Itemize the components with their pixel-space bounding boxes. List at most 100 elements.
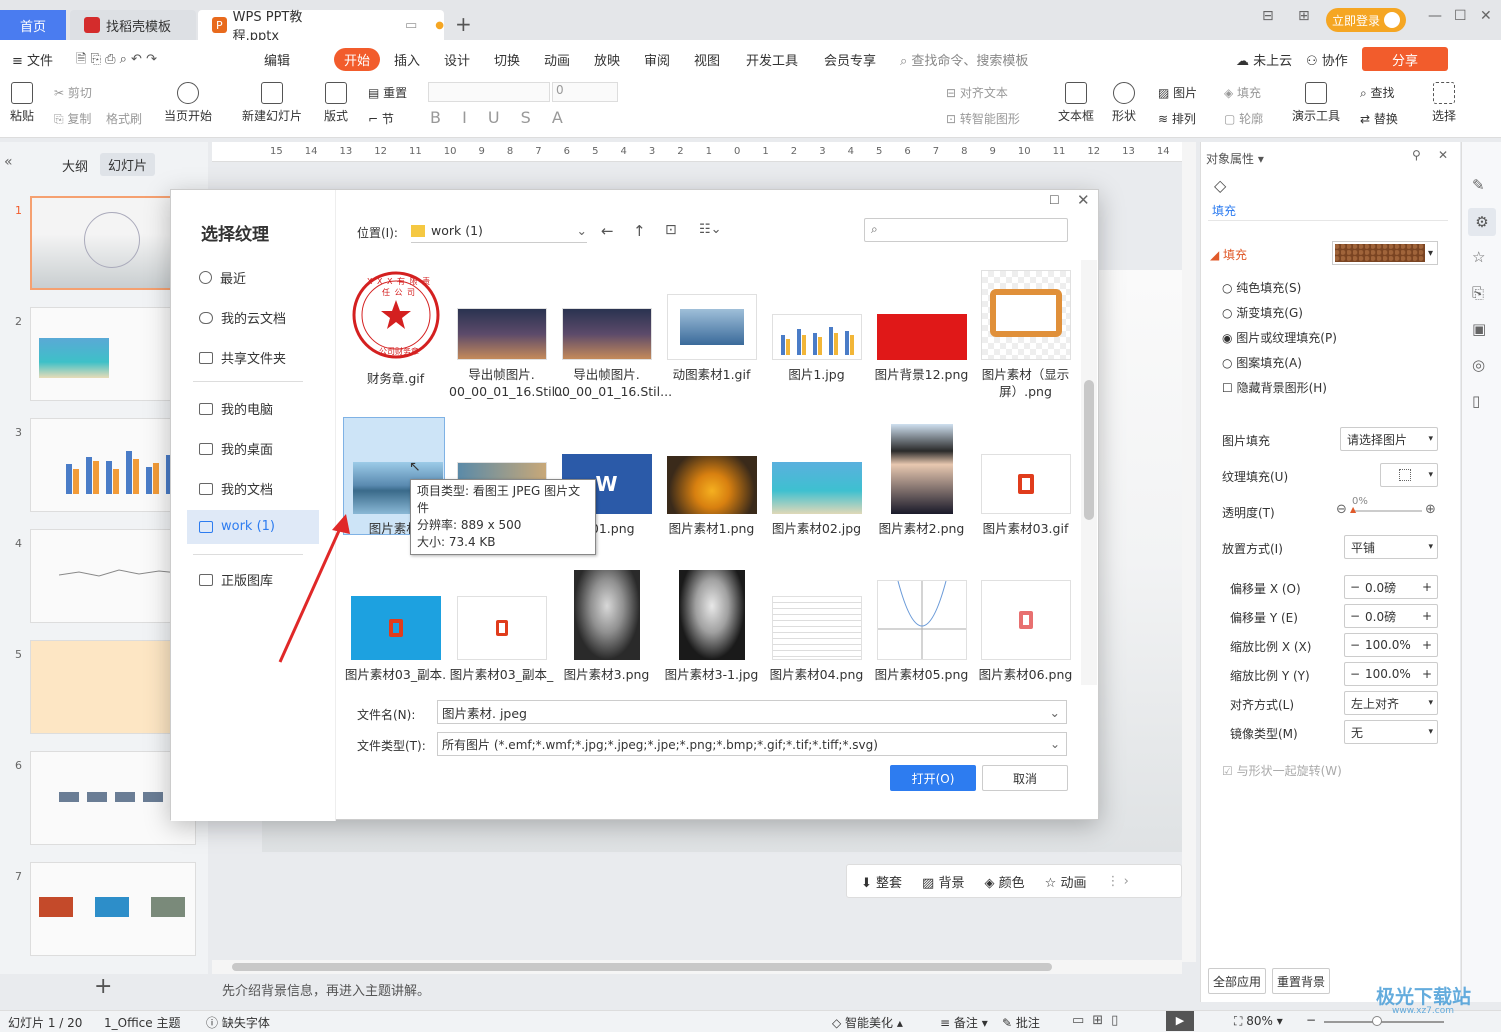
pin-icon[interactable]: ⚲ <box>1412 148 1421 162</box>
file-item[interactable]: 图片素材3-1.jpg <box>659 570 764 683</box>
radio-pattern[interactable]: ○ 图案填充(A) <box>1222 354 1302 371</box>
minus-icon[interactable]: − <box>1345 638 1365 652</box>
vertical-scrollbar[interactable] <box>1182 142 1196 962</box>
scale-x-stepper[interactable]: −100.0% + <box>1344 633 1438 657</box>
file-item[interactable]: 导出帧图片. 00_00_01_16.Stil... <box>554 270 672 400</box>
zoom-slider[interactable] <box>1324 1021 1444 1023</box>
filetype-select[interactable]: 所有图片 (*.emf;*.wmf;*.jpg;*.jpeg;*.jpe;*.p… <box>437 732 1067 756</box>
layout-icon[interactable]: ⊟ <box>1262 8 1274 24</box>
view-mode-icon[interactable]: ☷⌄ <box>699 222 722 237</box>
format-painter-button[interactable]: 格式刷 <box>106 110 142 127</box>
play-slideshow-button[interactable]: ▶ <box>1166 1011 1194 1031</box>
sidebar-item-desktop[interactable]: 我的桌面 <box>199 439 273 458</box>
mirror-select[interactable]: 无 ▾ <box>1344 720 1438 744</box>
radio-gradient[interactable]: ○ 渐变填充(G) <box>1222 304 1303 321</box>
close-panel-icon[interactable]: ✕ <box>1438 148 1448 162</box>
find-button[interactable]: ⌕ 查找 <box>1360 84 1395 101</box>
command-search[interactable]: ⌕ 查找命令、搜索模板 <box>900 50 1028 69</box>
picture-button[interactable]: ▨ 图片 <box>1158 84 1197 101</box>
tab-home[interactable]: 首页 <box>0 10 66 40</box>
suite-button[interactable]: ⬇ 整套 <box>861 872 902 891</box>
properties-title[interactable]: 对象属性 ▾ <box>1206 150 1264 167</box>
sidebar-item-my-pc[interactable]: 我的电脑 <box>199 399 273 418</box>
open-button[interactable]: 打开(O) <box>890 765 976 791</box>
sidebar-item-gallery[interactable]: 正版图库 <box>199 570 273 589</box>
minus-icon[interactable]: − <box>1345 580 1365 594</box>
plus-icon[interactable]: + <box>1417 638 1437 652</box>
close-window-icon[interactable]: ✕ <box>1480 8 1492 24</box>
scale-y-stepper[interactable]: −100.0% + <box>1344 662 1438 686</box>
missing-font-button[interactable]: ⓘ 缺失字体 <box>206 1014 270 1031</box>
font-name-select[interactable] <box>428 82 550 102</box>
dialog-search-input[interactable]: ⌕ <box>864 218 1068 242</box>
offset-y-stepper[interactable]: −0.0磅 + <box>1344 604 1438 628</box>
menu-transition[interactable]: 切换 <box>494 50 520 69</box>
file-item[interactable]: 图片背景12.png <box>869 270 974 383</box>
sidebar-item-cloud-docs[interactable]: 我的云文档 <box>199 308 286 327</box>
file-item[interactable]: 图片1.jpg <box>764 270 869 383</box>
color-button[interactable]: ◈ 颜色 <box>984 872 1024 891</box>
style-icon[interactable]: ✎ <box>1472 176 1485 194</box>
location-icon[interactable]: ◎ <box>1472 356 1485 374</box>
radio-solid[interactable]: ○ 纯色填充(S) <box>1222 279 1301 296</box>
textbox-button[interactable]: 文本框 <box>1058 82 1094 124</box>
collapse-panel-icon[interactable]: « <box>4 154 13 170</box>
file-menu[interactable]: ≡ 文件 <box>12 50 53 69</box>
file-item[interactable]: 图片素材1.png <box>659 424 764 537</box>
comment-button[interactable]: ✎ 批注 <box>1002 1014 1040 1031</box>
tab-template[interactable]: 找稻壳模板 <box>70 10 196 40</box>
menu-member[interactable]: 会员专享 <box>824 50 876 69</box>
replace-button[interactable]: ⇄ 替换 <box>1360 110 1398 127</box>
reset-background-button[interactable]: 重置背景 <box>1272 968 1330 994</box>
rotate-with-shape-checkbox[interactable]: ☑ 与形状一起旋转(W) <box>1222 762 1342 779</box>
collab-button[interactable]: ⚇ 协作 <box>1306 50 1348 69</box>
background-button[interactable]: ▨ 背景 <box>922 872 964 891</box>
menu-design[interactable]: 设计 <box>444 50 470 69</box>
fill-button[interactable]: ◈ 填充 <box>1224 84 1261 101</box>
file-item[interactable]: 图片素材03_副本_ <box>449 570 554 683</box>
radio-picture-texture[interactable]: ◉ 图片或纹理填充(P) <box>1222 329 1337 346</box>
smart-shape-button[interactable]: ⊡ 转智能图形 <box>946 110 1020 127</box>
new-slide-button[interactable]: 新建幻灯片 <box>242 82 302 124</box>
new-folder-icon[interactable]: ⊡ <box>665 222 677 238</box>
tab-fill[interactable]: 填充 <box>1212 202 1236 219</box>
file-item[interactable]: 图片素材06.png <box>973 570 1078 683</box>
shapes-button[interactable]: 形状 <box>1112 82 1136 124</box>
cut-button[interactable]: ✂ 剪切 <box>54 84 92 101</box>
monitor-icon[interactable]: ▭ <box>405 18 417 33</box>
font-style-buttons[interactable]: B I U S A <box>430 108 571 127</box>
sidebar-item-recent[interactable]: 最近 <box>199 268 246 287</box>
file-grid-scroll-thumb[interactable] <box>1084 380 1094 520</box>
transparency-minus-icon[interactable]: ⊖ <box>1336 502 1347 517</box>
file-grid-scrollbar[interactable] <box>1081 260 1097 685</box>
book-icon[interactable]: ▯ <box>1472 392 1480 410</box>
zoom-slider-thumb[interactable] <box>1372 1016 1382 1026</box>
file-item[interactable]: 图片素材03.gif <box>973 424 1078 537</box>
maximize-icon[interactable]: ☐ <box>1454 8 1467 24</box>
horizontal-scrollbar[interactable] <box>212 960 1182 974</box>
dialog-close-icon[interactable]: ✕ <box>1077 191 1090 209</box>
copy-format-icon[interactable]: ⎘ <box>1472 284 1484 302</box>
sidebar-item-work[interactable]: work (1) <box>199 519 275 534</box>
file-item[interactable]: 图片素材05.png <box>869 570 974 683</box>
file-item[interactable]: 动图素材1.gif <box>659 270 764 383</box>
texture-fill-select[interactable]: ▾ <box>1380 463 1438 487</box>
star-icon[interactable]: ☆ <box>1472 248 1485 266</box>
notes-button[interactable]: ≡ 备注 ▾ <box>940 1014 988 1031</box>
beautify-button[interactable]: ◇ 智能美化 ▴ <box>832 1014 903 1031</box>
offset-x-stepper[interactable]: −0.0磅 + <box>1344 575 1438 599</box>
zoom-fit-button[interactable]: ⛶ 80% ▾ <box>1234 1014 1283 1029</box>
arrange-button[interactable]: ≋ 排列 <box>1158 110 1196 127</box>
new-tab-button[interactable]: + <box>455 12 472 36</box>
from-current-button[interactable]: 当页开始 <box>164 82 212 124</box>
select-button[interactable]: 选择 <box>1432 82 1456 124</box>
file-item[interactable]: 导出帧图片. 00_00_01_16.Stil... <box>449 270 567 400</box>
plus-icon[interactable]: + <box>1417 580 1437 594</box>
menu-view[interactable]: 视图 <box>694 50 720 69</box>
minimize-icon[interactable]: — <box>1428 8 1442 24</box>
up-arrow-icon[interactable]: ↑ <box>633 222 646 240</box>
file-item[interactable]: 图片素材3.png <box>554 570 659 683</box>
paste-button[interactable]: 粘贴 <box>10 82 34 124</box>
layout-button[interactable]: 版式 <box>324 82 348 124</box>
cancel-button[interactable]: 取消 <box>982 765 1068 791</box>
